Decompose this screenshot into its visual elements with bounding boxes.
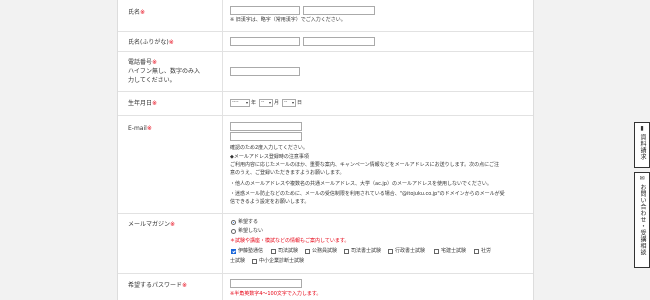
email-notice-line: ・迷惑メール防止などのために、メールの受信制限を利用されている場合、"@itoj… (230, 191, 505, 197)
checkbox-bar-exam[interactable] (271, 249, 276, 254)
first-name-kana-input[interactable] (303, 37, 375, 46)
checkbox-label: 司法試験 (278, 248, 299, 254)
password-input[interactable] (230, 279, 302, 288)
first-name-input[interactable] (303, 6, 375, 15)
month-unit: 月 (274, 100, 280, 106)
form-sheet: 氏名※ ※ 旧漢字は、略字（常用漢字）でご入力ください。 氏名(ふりがな)※ 電… (117, 0, 534, 300)
row-birthday: 生年月日※ ---- ▾ 年 -- ▾ 月 -- ▾ 日 (118, 92, 533, 116)
label-kana: 氏名(ふりがな)※ (128, 39, 174, 46)
magazine-yes-radio[interactable] (231, 220, 236, 225)
checkbox-label: 司法書士試験 (351, 248, 382, 254)
label-password: 希望するパスワード※ (128, 282, 188, 289)
email-confirm-note: 確認のため2度入力してください。 (230, 145, 308, 151)
last-name-kana-input[interactable] (230, 37, 300, 46)
birth-month-select[interactable]: -- ▾ (259, 99, 273, 107)
checkbox-sme-consultant[interactable] (252, 259, 257, 264)
checkbox-label: 中小企業診断士試験 (259, 258, 305, 264)
row-mail-magazine: メールマガジン※ 希望する 希望しない ＊試験や講座・模試などの情報もご案内して… (118, 214, 533, 274)
brochure-request-button[interactable]: ▮ 資料請求 (634, 122, 650, 168)
checkbox-administrative-scrivener[interactable] (388, 249, 393, 254)
checkbox-judicial-scrivener[interactable] (344, 249, 349, 254)
envelope-icon: ✉ (639, 175, 645, 182)
checkbox-label: 宅建士試験 (441, 248, 467, 254)
checkbox-label: 公務員試験 (312, 248, 338, 254)
magazine-promo: ＊試験や講座・模試などの情報もご案内しています。 (230, 238, 350, 244)
password-note: ※半角英数字4〜100文字で入力します。 (230, 291, 322, 297)
label-birthday: 生年月日※ (128, 100, 158, 107)
checkbox-label-cont: 士試験 (230, 258, 246, 264)
inquiry-label: お問い合わせ・受講相談 (639, 184, 646, 256)
email-confirm-input[interactable] (230, 132, 302, 141)
row-kana: 氏名(ふりがな)※ (118, 32, 533, 52)
name-note: ※ 旧漢字は、略字（常用漢字）でご入力ください。 (230, 17, 346, 23)
brochure-request-label: 資料請求 (639, 134, 646, 160)
email-notice-line: 意のうえ、ご登録いただきますようお願いします。 (230, 170, 345, 176)
chevron-down-icon: ▾ (245, 100, 248, 105)
label-phone-hint-1: ハイフン無し、数字のみ入 (128, 68, 201, 75)
label-email: E-mail※ (128, 125, 152, 132)
email-input[interactable] (230, 122, 302, 131)
last-name-input[interactable] (230, 6, 300, 15)
label-mail-magazine: メールマガジン※ (128, 221, 176, 228)
checkbox-label: 行政書士試験 (395, 248, 426, 254)
checkbox-label: 社労 (481, 248, 492, 254)
checkbox-real-estate[interactable] (434, 249, 439, 254)
email-notice-line: ・他人のメールアドレスや複数名の共通メールアドレス、大学（ac.jp）のメールア… (230, 181, 492, 187)
email-notice-line: 信できるよう設定をお願いします。 (230, 199, 310, 205)
birth-year-select[interactable]: ---- ▾ (230, 99, 250, 107)
magazine-yes-label: 希望する (238, 219, 259, 225)
phone-input[interactable] (230, 67, 300, 76)
magazine-no-label: 希望しない (238, 228, 264, 234)
checkbox-civil-service[interactable] (305, 249, 310, 254)
row-name: 氏名※ ※ 旧漢字は、略字（常用漢字）でご入力ください。 (118, 0, 533, 32)
label-name: 氏名※ (128, 9, 146, 16)
birth-day-select[interactable]: -- ▾ (282, 99, 296, 107)
year-unit: 年 (251, 100, 257, 106)
checkbox-labor-consultant[interactable] (474, 249, 479, 254)
chevron-down-icon: ▾ (291, 100, 294, 105)
chevron-down-icon: ▾ (268, 100, 271, 105)
magazine-no-radio[interactable] (231, 229, 236, 234)
inquiry-button[interactable]: ✉ お問い合わせ・受講相談 (634, 172, 650, 268)
row-password: 希望するパスワード※ ※半角英数字4〜100文字で入力します。 (118, 274, 533, 300)
checkbox-itojuku-tsushin[interactable] (231, 249, 236, 254)
checkbox-label: 伊藤塾通信 (238, 248, 264, 254)
label-phone-hint-2: 力してください。 (128, 77, 176, 84)
day-unit: 日 (297, 100, 303, 106)
email-notice-heading: ◆メールアドレス登録時の注意事項 (230, 154, 309, 160)
document-icon: ▮ (640, 125, 644, 132)
label-phone: 電話番号※ (128, 59, 158, 66)
row-phone: 電話番号※ ハイフン無し、数字のみ入 力してください。 (118, 52, 533, 92)
row-email: E-mail※ 確認のため2度入力してください。 ◆メールアドレス登録時の注意事… (118, 116, 533, 214)
email-notice-line: ご利用内容に応じたメールのほか、重要な案内、キャンペーン情報などをメールアドレス… (230, 162, 500, 168)
